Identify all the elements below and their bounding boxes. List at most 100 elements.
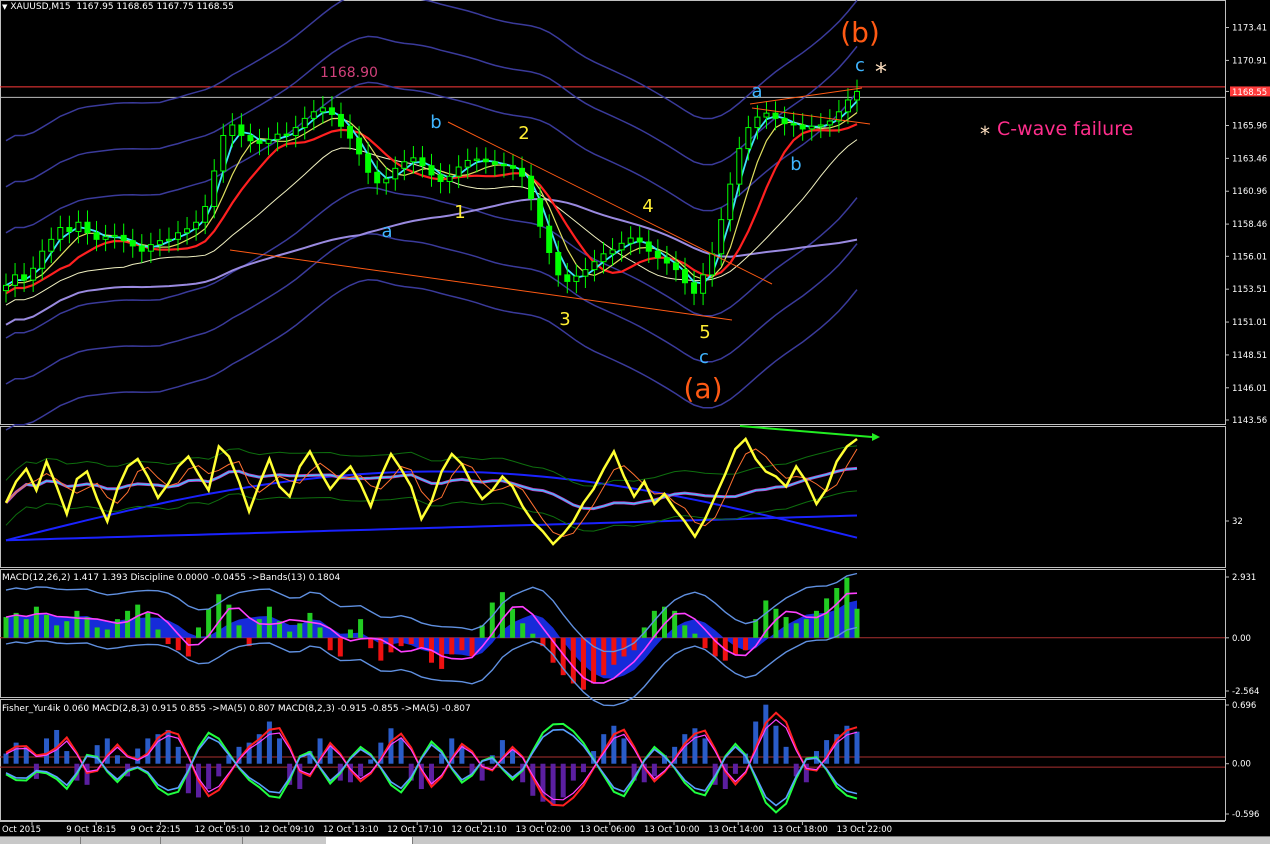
candle-body: [392, 167, 399, 180]
candle-body: [772, 112, 779, 119]
candle-body: [537, 198, 544, 227]
candle-body: [202, 205, 209, 223]
fisher-hist-bar: [611, 725, 617, 764]
candle-body: [718, 219, 725, 255]
macd-hist-bar: [236, 625, 242, 638]
fisher-hist-bar: [64, 751, 70, 764]
macd-hist-bar: [358, 619, 364, 638]
candle-body: [446, 175, 453, 182]
price-axis-label: 1148.51: [1232, 351, 1267, 361]
ohlc-values: 1167.95 1168.65 1167.75 1168.55: [76, 2, 234, 12]
symbol-title: XAUUSD,M15: [10, 2, 71, 12]
candle-body: [519, 167, 526, 177]
candle-body: [57, 227, 64, 240]
candle-body: [310, 111, 317, 119]
time-axis-label: 12 Oct 09:10: [259, 825, 314, 835]
candle-body: [229, 124, 236, 136]
candle-body: [591, 261, 598, 271]
price-axis-label: 1143.56: [1232, 416, 1267, 426]
time-axis-label: 9 Oct 22:15: [130, 825, 180, 835]
candle-body: [808, 125, 815, 130]
macd-hist-bar: [510, 608, 516, 638]
candle-body: [826, 120, 833, 126]
wave-label-w4: 4: [642, 196, 653, 217]
macd-hist-bar: [824, 598, 830, 638]
candle-body: [12, 274, 19, 286]
candle-body: [654, 250, 661, 259]
candle-body: [220, 134, 227, 172]
fisher-hist-bar: [560, 763, 566, 798]
macd-hist-bar: [499, 592, 505, 638]
price-axis-label: 1156.01: [1232, 252, 1267, 262]
candle-body: [627, 237, 634, 244]
fisher-hist-bar: [266, 721, 272, 764]
candle-body: [147, 244, 154, 252]
chart-canvas[interactable]: 1173.41 1170.91 1168.55 1165.96 1163.46 1160.…: [0, 0, 1270, 843]
fisher-hist-bar: [398, 738, 404, 764]
macd-hist-bar: [195, 627, 201, 638]
macd-hist-bar: [64, 621, 70, 638]
macd-hist-bar: [155, 629, 161, 638]
candle-body: [781, 117, 788, 125]
candle-body: [356, 137, 363, 155]
fisher-hist-bar: [510, 750, 516, 764]
candle-body: [274, 133, 281, 140]
candle-body: [265, 138, 272, 144]
candle-body: [129, 240, 136, 247]
macd-hist-bar: [418, 637, 424, 649]
macd-hist-bar: [813, 610, 819, 638]
candle-body: [455, 166, 462, 177]
candle-body: [93, 232, 100, 240]
candle-body: [564, 274, 571, 282]
macd-hist-bar: [185, 637, 191, 657]
candle-body: [337, 113, 344, 127]
macd-hist-bar: [520, 623, 526, 638]
macd-hist-bar: [469, 637, 475, 657]
macd-hist-bar: [74, 610, 80, 638]
wave-b-big-label: (b): [840, 16, 880, 49]
macd-hist-bar: [398, 637, 404, 647]
wave-label-c-right: c: [855, 55, 865, 76]
macd-hist-bar: [104, 629, 110, 638]
candle-body: [175, 232, 182, 240]
fisher-hist-bar: [277, 738, 283, 764]
time-axis-label: 12 Oct 13:10: [323, 825, 378, 835]
macd-hist-bar: [530, 633, 536, 638]
dropdown-triangle-icon[interactable]: ▼: [2, 3, 7, 11]
candle-body: [727, 183, 734, 221]
time-axis-label: 13 Oct 10:00: [644, 825, 699, 835]
wave-label-a-left: a: [381, 221, 392, 242]
candle-body: [609, 249, 616, 255]
candle-body: [383, 178, 390, 184]
wave-label-b-left: b: [430, 112, 441, 133]
time-axis-label: 12 Oct 05:10: [195, 825, 250, 835]
fisher-hist-bar: [580, 763, 586, 773]
macd-hist-bar: [732, 637, 738, 655]
star-marker-legend: *: [980, 122, 990, 146]
fisher-hist-bar: [358, 763, 364, 777]
candle-body: [3, 284, 9, 292]
fisher-hist-bar: [570, 763, 576, 781]
price-axis-label: 1168.55: [1232, 88, 1267, 98]
macd-hist-bar: [3, 617, 9, 638]
macd-hist-bar: [44, 614, 50, 638]
macd-hist-bar: [449, 637, 455, 655]
symbol-header: ▼ XAUUSD,M15 1167.95 1168.65 1167.75 1168…: [2, 2, 234, 12]
fisher-hist-bar: [114, 755, 120, 764]
candle-body: [482, 158, 489, 163]
fisher-hist-bar: [854, 731, 860, 764]
price-axis-label: 1160.96: [1232, 187, 1267, 197]
panel-frame-osc: [0, 426, 1226, 568]
fisher-hist-bar: [104, 738, 110, 764]
candle-body: [437, 174, 444, 182]
failure-annotation: C-wave failure: [997, 118, 1133, 140]
macd-hist-bar: [287, 631, 293, 638]
candle-body: [428, 165, 435, 176]
candle-body: [156, 240, 163, 246]
candle-body: [854, 90, 860, 101]
candle-body: [509, 165, 516, 169]
macd-hist-bar: [307, 612, 313, 638]
fisher-header: Fisher_Yur4ik 0.060 MACD(2,8,3) 0.915 0.…: [2, 704, 471, 714]
macd-axis-label: -2.564: [1232, 687, 1259, 697]
macd-hist-bar: [692, 633, 698, 638]
